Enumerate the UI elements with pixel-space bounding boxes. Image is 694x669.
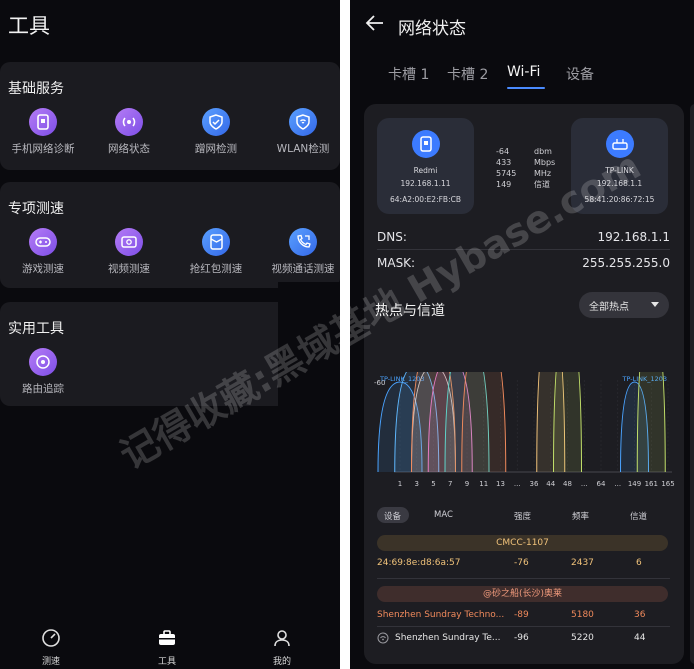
watermark: 记得收藏:黑域基地 Hybase.com	[113, 143, 648, 478]
watermark-text: 记得收藏:黑域基地 Hybase.com	[113, 143, 648, 478]
